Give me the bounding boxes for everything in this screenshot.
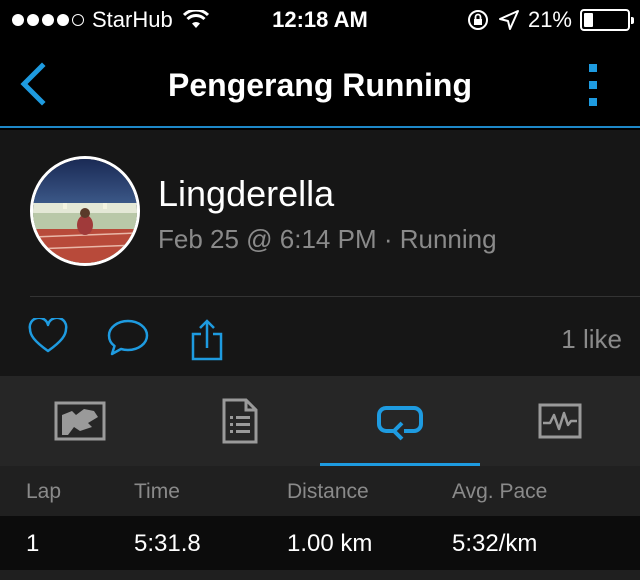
document-list-icon xyxy=(222,398,258,444)
tab-map[interactable] xyxy=(0,376,160,466)
speech-bubble-icon xyxy=(107,319,149,356)
battery-percentage: 21% xyxy=(527,7,572,32)
avatar-photo xyxy=(33,159,137,263)
column-header-time: Time xyxy=(134,480,180,503)
status-right: 21% xyxy=(466,7,634,32)
share-button[interactable] xyxy=(190,318,224,367)
lap-time: 5:31.8 xyxy=(134,530,201,557)
activity-tabs xyxy=(0,376,640,466)
user-name[interactable]: Lingderella xyxy=(158,174,334,214)
comment-button[interactable] xyxy=(106,318,150,363)
column-header-pace: Avg. Pace xyxy=(452,480,548,503)
lap-number: 1 xyxy=(26,530,40,557)
navigation-bar: Pengerang Running xyxy=(0,40,640,128)
table-row xyxy=(0,570,640,580)
page-title: Pengerang Running xyxy=(168,67,472,103)
tab-details[interactable] xyxy=(160,376,320,466)
column-header-lap: Lap xyxy=(26,480,62,503)
more-options-button[interactable] xyxy=(586,64,600,106)
more-vertical-icon xyxy=(589,64,597,72)
column-header-distance: Distance xyxy=(287,480,369,503)
map-icon xyxy=(54,401,106,441)
activity-header: Lingderella Feb 25 @ 6:14 PM · Running 1… xyxy=(0,130,640,376)
location-arrow-icon xyxy=(498,10,519,30)
laps-table-header: Lap Time Distance Avg. Pace xyxy=(0,466,640,516)
social-actions: 1 like xyxy=(0,310,640,370)
battery-icon xyxy=(580,9,634,31)
share-icon xyxy=(191,319,223,361)
heart-icon xyxy=(28,316,68,353)
table-row[interactable]: 1 5:31.8 1.00 km 5:32/km xyxy=(0,516,640,570)
activity-meta: Feb 25 @ 6:14 PM · Running xyxy=(158,224,497,254)
laps-loop-icon xyxy=(377,406,423,441)
lap-pace: 5:32/km xyxy=(452,530,538,557)
rotation-lock-icon xyxy=(467,10,488,30)
tab-charts[interactable] xyxy=(480,376,640,466)
status-bar: StarHub 12:18 AM 21% xyxy=(0,0,640,40)
like-button[interactable] xyxy=(28,316,68,359)
divider xyxy=(30,296,640,297)
tab-laps[interactable] xyxy=(320,376,480,466)
chart-pulse-icon xyxy=(538,403,582,439)
avatar[interactable] xyxy=(30,156,140,266)
battery-fill xyxy=(584,13,593,27)
like-count[interactable]: 1 like xyxy=(561,324,622,354)
lap-distance: 1.00 km xyxy=(287,530,373,557)
